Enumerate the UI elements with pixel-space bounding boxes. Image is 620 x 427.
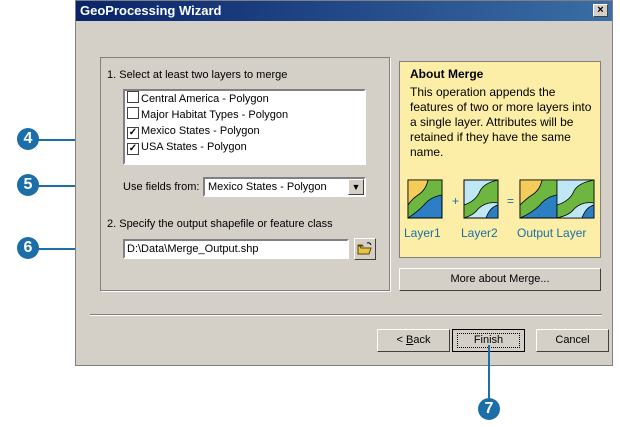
about-description: This operation appends the features of t… xyxy=(410,85,592,159)
callout-5: 5 xyxy=(17,174,39,196)
layer2-label: Layer2 xyxy=(461,226,498,240)
equals-sign: = xyxy=(507,194,514,208)
use-fields-value: Mexico States - Polygon xyxy=(208,181,327,193)
use-fields-dropdown[interactable]: Mexico States - Polygon ▼ xyxy=(203,177,366,197)
layer-item-label: USA States - Polygon xyxy=(141,141,247,153)
cancel-button[interactable]: Cancel xyxy=(536,329,609,352)
plus-sign: + xyxy=(452,194,459,208)
layer-item-label: Central America - Polygon xyxy=(141,93,269,105)
layer-item[interactable]: ✓ USA States - Polygon xyxy=(127,139,247,155)
dropdown-arrow-icon[interactable]: ▼ xyxy=(348,179,364,195)
cancel-label: Cancel xyxy=(555,334,590,346)
output-path-value: D:\Data\Merge_Output.shp xyxy=(127,243,259,255)
layer1-label: Layer1 xyxy=(404,226,441,240)
title-bar: GeoProcessing Wizard × xyxy=(76,1,612,21)
about-title: About Merge xyxy=(410,67,484,81)
checkbox-unchecked-icon[interactable] xyxy=(127,91,139,103)
checkbox-checked-icon[interactable]: ✓ xyxy=(127,127,139,139)
callout-7: 7 xyxy=(478,398,500,420)
divider xyxy=(90,314,602,316)
callout-6: 6 xyxy=(17,237,39,259)
layer2-map-icon xyxy=(463,179,499,219)
checkbox-unchecked-icon[interactable] xyxy=(127,107,139,119)
layer-list[interactable]: Central America - Polygon Major Habitat … xyxy=(123,89,366,165)
callout-7-line xyxy=(488,345,490,400)
use-fields-label: Use fields from: xyxy=(123,181,200,193)
back-button[interactable]: < Back xyxy=(377,329,450,352)
step1-label: 1. Select at least two layers to merge xyxy=(107,69,288,81)
layer1-map-icon xyxy=(407,179,443,219)
output-layer-label: Output Layer xyxy=(517,226,586,240)
geoprocessing-wizard-dialog: GeoProcessing Wizard × 1. Select at leas… xyxy=(75,0,613,366)
output-path-field[interactable]: D:\Data\Merge_Output.shp xyxy=(123,239,349,259)
more-about-merge-label: More about Merge... xyxy=(450,273,550,285)
close-button[interactable]: × xyxy=(593,4,608,17)
layer-item[interactable]: Central America - Polygon xyxy=(127,91,269,107)
layer-item-label: Major Habitat Types - Polygon xyxy=(141,109,289,121)
checkbox-checked-icon[interactable]: ✓ xyxy=(127,143,139,155)
window-title: GeoProcessing Wizard xyxy=(80,3,222,18)
merge-illustration: + = Layer1 Layer2 Output Layer xyxy=(404,179,595,240)
output-layer-map-icon xyxy=(519,179,595,219)
back-label: ack xyxy=(413,334,431,346)
callout-4: 4 xyxy=(17,128,39,150)
about-merge-panel: About Merge This operation appends the f… xyxy=(399,61,601,258)
layer-item[interactable]: Major Habitat Types - Polygon xyxy=(127,107,288,123)
browse-button[interactable] xyxy=(354,238,376,260)
layer-item[interactable]: ✓ Mexico States - Polygon xyxy=(127,123,260,139)
open-folder-icon xyxy=(357,242,372,255)
back-prefix: < xyxy=(396,334,406,346)
step2-label: 2. Specify the output shapefile or featu… xyxy=(107,218,333,230)
more-about-merge-button[interactable]: More about Merge... xyxy=(399,268,601,291)
layer-item-label: Mexico States - Polygon xyxy=(141,125,260,137)
